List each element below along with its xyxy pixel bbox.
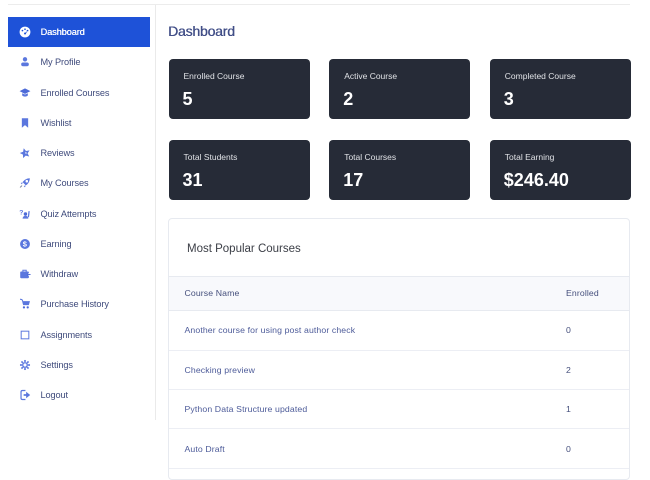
svg-text:?: ? <box>19 209 23 216</box>
